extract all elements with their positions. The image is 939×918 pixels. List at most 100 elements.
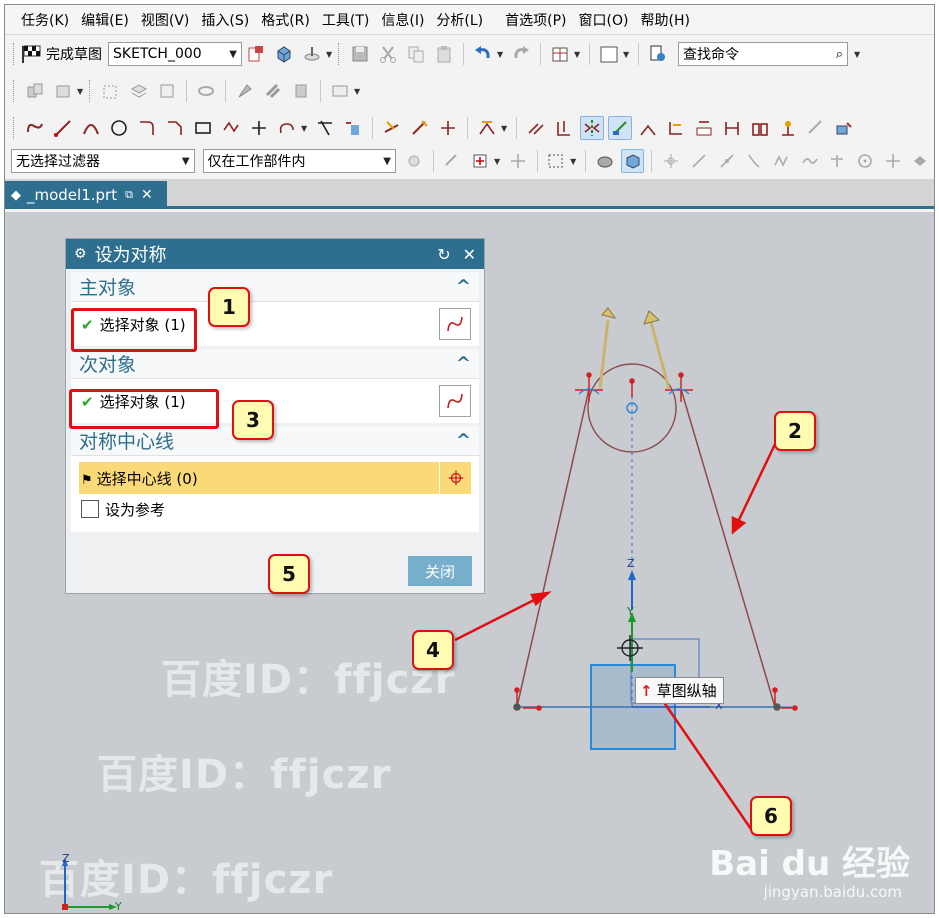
- link-icon[interactable]: [194, 79, 218, 103]
- paste-icon[interactable]: [432, 42, 456, 66]
- menu-analysis[interactable]: 分析(L): [430, 10, 489, 30]
- show-constraints-icon[interactable]: [608, 116, 632, 140]
- line-icon[interactable]: [51, 116, 75, 140]
- solid-body-icon[interactable]: [593, 149, 617, 173]
- snap-arc-center-icon[interactable]: [770, 149, 794, 173]
- search-icon[interactable]: ⌕: [836, 47, 843, 62]
- polygon-icon[interactable]: [219, 116, 243, 140]
- snap-control-icon[interactable]: [715, 149, 739, 173]
- alternate-solution-icon[interactable]: [748, 116, 772, 140]
- blank-window-icon[interactable]: [597, 42, 621, 66]
- toolbar-grip[interactable]: [13, 117, 16, 139]
- snap-on-curve-icon[interactable]: [853, 149, 877, 173]
- display-dimensions-icon[interactable]: [692, 116, 716, 140]
- orient-view-icon[interactable]: [272, 42, 296, 66]
- arc-icon[interactable]: [79, 116, 103, 140]
- menu-insert[interactable]: 插入(S): [195, 10, 255, 30]
- window-layout-icon[interactable]: [548, 42, 572, 66]
- toolbar-grip[interactable]: [89, 80, 92, 102]
- chevron-down-icon[interactable]: ▼: [354, 87, 362, 96]
- gear-icon[interactable]: ⚙: [74, 246, 87, 262]
- constraint-2-icon[interactable]: [408, 116, 432, 140]
- close-icon[interactable]: ✕: [463, 245, 476, 264]
- snap-tangent-icon[interactable]: [798, 149, 822, 173]
- reset-icon[interactable]: ↻: [437, 245, 450, 264]
- selection-scope-dropdown[interactable]: 仅在工作部件内 ▼: [202, 149, 396, 173]
- tool-3-icon[interactable]: [289, 79, 313, 103]
- fillet-icon[interactable]: [135, 116, 159, 140]
- menu-preferences[interactable]: 首选项(P): [499, 10, 572, 30]
- secondary-object-header[interactable]: 次对象 ^: [71, 349, 479, 379]
- undo-icon[interactable]: [471, 42, 495, 66]
- document-tab[interactable]: ◆ _model1.prt ⧉ ✕: [5, 181, 167, 209]
- snap-end-icon[interactable]: [659, 149, 683, 173]
- pin-icon[interactable]: ⧉: [125, 188, 133, 202]
- menu-tools[interactable]: 工具(T): [316, 10, 375, 30]
- snap-intersection-icon[interactable]: [742, 149, 766, 173]
- close-button[interactable]: 关闭: [408, 556, 472, 586]
- chamfer-icon[interactable]: [163, 116, 187, 140]
- tool-2-icon[interactable]: [261, 79, 285, 103]
- menu-information[interactable]: 信息(I): [375, 10, 430, 30]
- assembly-icon[interactable]: [23, 79, 47, 103]
- select-curve-button[interactable]: [439, 308, 471, 340]
- chevron-down-icon[interactable]: ▼: [574, 50, 582, 59]
- quick-dimension-icon[interactable]: [475, 116, 499, 140]
- snap-existing-point-icon[interactable]: [881, 149, 905, 173]
- snap-point-on-face-icon[interactable]: [908, 149, 932, 173]
- parallel-icon[interactable]: [524, 116, 548, 140]
- convert-reference-icon[interactable]: [720, 116, 744, 140]
- component-icon[interactable]: [51, 79, 75, 103]
- select-curve-button[interactable]: [439, 385, 471, 417]
- menu-edit[interactable]: 编辑(E): [75, 10, 135, 30]
- snap-quadrant-icon[interactable]: [825, 149, 849, 173]
- graphics-window[interactable]: 百度ID：ffjczr 百度ID：ffjczr 百度ID：ffjczr Bai …: [5, 212, 934, 913]
- reference-checkbox[interactable]: [81, 500, 99, 518]
- primary-object-header[interactable]: 主对象 ^: [71, 272, 479, 302]
- extend-icon[interactable]: [341, 116, 365, 140]
- chevron-down-icon[interactable]: ▼: [854, 50, 862, 59]
- chevron-down-icon[interactable]: ▼: [570, 157, 578, 166]
- rectangle-icon[interactable]: [191, 116, 215, 140]
- toolbar-grip[interactable]: [338, 43, 341, 65]
- constraint-3-icon[interactable]: [436, 116, 460, 140]
- circle-icon[interactable]: [107, 116, 131, 140]
- shaded-view-icon[interactable]: [620, 149, 645, 173]
- collapse-icon[interactable]: ^: [456, 430, 471, 451]
- reattach-icon[interactable]: [300, 42, 324, 66]
- chevron-down-icon[interactable]: ▼: [497, 50, 505, 59]
- layer-settings-icon[interactable]: [155, 79, 179, 103]
- chevron-down-icon[interactable]: ▼: [326, 50, 334, 59]
- redo-icon[interactable]: [509, 42, 533, 66]
- perpendicular-icon[interactable]: [552, 116, 576, 140]
- relations-browser-icon[interactable]: [804, 116, 828, 140]
- profile-icon[interactable]: [23, 116, 47, 140]
- chevron-down-icon[interactable]: ▼: [623, 50, 631, 59]
- animate-dimension-icon[interactable]: [832, 116, 856, 140]
- menu-view[interactable]: 视图(V): [135, 10, 196, 30]
- selection-filter-dropdown[interactable]: 无选择过滤器 ▼: [11, 149, 195, 173]
- snap-point-icon[interactable]: [441, 149, 465, 173]
- inferred-constraints-icon[interactable]: [776, 116, 800, 140]
- toolbar-grip[interactable]: [13, 43, 16, 65]
- cut-icon[interactable]: [376, 42, 400, 66]
- layer-icon[interactable]: [127, 79, 151, 103]
- point-icon[interactable]: [247, 116, 271, 140]
- centerline-select-row[interactable]: ⚑ 选择中心线 (0): [79, 462, 471, 494]
- crosshair-target-icon[interactable]: [439, 462, 471, 494]
- rectangle-select-icon[interactable]: [545, 149, 569, 173]
- offset-curve-icon[interactable]: [275, 116, 299, 140]
- sketch-name-dropdown[interactable]: SKETCH_000 ▼: [108, 42, 242, 66]
- select-target-icon[interactable]: [468, 149, 492, 173]
- tool-1-icon[interactable]: [233, 79, 257, 103]
- menu-help[interactable]: 帮助(H): [634, 10, 695, 30]
- sketch-properties-icon[interactable]: [244, 42, 268, 66]
- toolbar-grip[interactable]: [13, 80, 16, 102]
- finish-sketch-button[interactable]: 完成草图: [21, 44, 102, 64]
- trim-icon[interactable]: [313, 116, 337, 140]
- collapse-icon[interactable]: ^: [456, 353, 471, 374]
- constraint-1-icon[interactable]: [380, 116, 404, 140]
- chevron-down-icon[interactable]: ▼: [301, 124, 309, 133]
- command-finder-icon[interactable]: [646, 42, 670, 66]
- datum-plane-icon[interactable]: [99, 79, 123, 103]
